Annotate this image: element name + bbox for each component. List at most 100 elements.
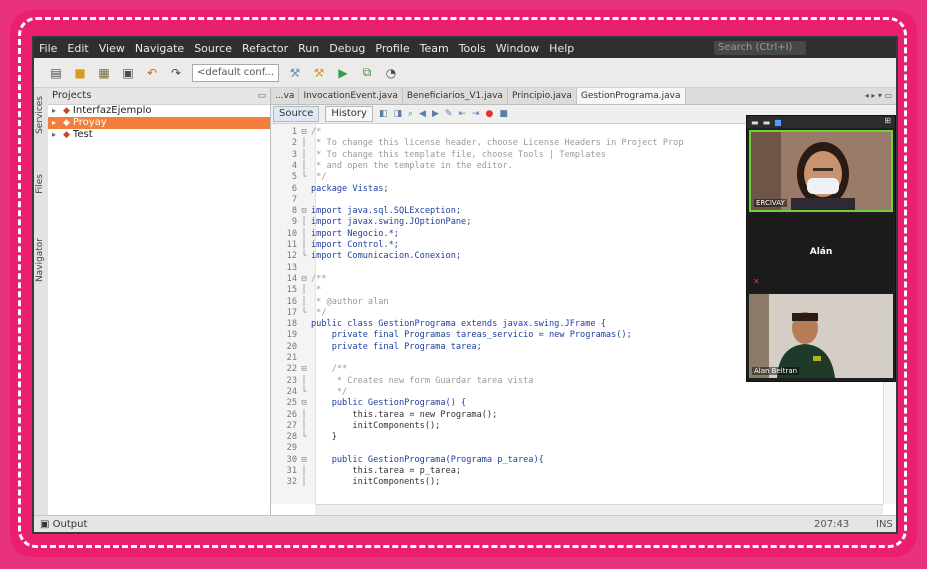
code-line[interactable]: 10 │ import Negocio.*; <box>271 229 781 239</box>
search-input[interactable]: Search (Ctrl+I) <box>714 41 806 55</box>
fold-marker[interactable]: │ <box>297 410 311 420</box>
menu-view[interactable]: View <box>94 42 130 55</box>
expand-icon[interactable]: ▸ <box>52 129 60 141</box>
code-line[interactable]: 13 <box>271 263 781 273</box>
tab-principio[interactable]: Principio.java <box>508 88 577 104</box>
code-line[interactable]: 8 ⊟ import java.sql.SQLException; <box>271 207 781 216</box>
menu-debug[interactable]: Debug <box>324 42 370 55</box>
history-button[interactable]: History <box>325 106 373 122</box>
participant-tile[interactable]: Alan Beltran <box>749 294 893 378</box>
forward-icon[interactable]: ◨ <box>393 109 402 119</box>
code-line[interactable]: 32 │ initComponents(); <box>271 478 781 487</box>
menu-file[interactable]: File <box>34 42 62 55</box>
fold-marker[interactable]: │ <box>297 150 311 160</box>
tab-gestionprograma[interactable]: GestionPrograma.java <box>576 88 686 104</box>
code-line[interactable]: 7 <box>271 195 781 205</box>
back-icon[interactable]: ◧ <box>379 109 388 119</box>
fold-marker[interactable]: ⊟ <box>297 399 311 408</box>
find-icon[interactable]: ⌕ <box>408 109 413 119</box>
code-editor[interactable]: 1 ⊟/* 2 │ * To change this license header, … <box>271 124 781 504</box>
tab-overflow[interactable]: ...va <box>271 88 300 104</box>
fold-marker[interactable]: ⊟ <box>297 128 311 137</box>
record-macro-icon[interactable]: ● <box>486 109 494 119</box>
fold-marker[interactable]: └ <box>297 308 311 318</box>
code-line[interactable]: 6 package Vistas; <box>271 184 781 194</box>
fold-marker[interactable]: │ <box>297 421 311 431</box>
code-line[interactable]: 23 │ * Creates new form Guardar tarea vis… <box>271 376 781 386</box>
grid-view-icon[interactable]: ⊞ <box>884 116 891 125</box>
participant-tile-placeholder[interactable]: Alán ✕ <box>749 213 893 293</box>
find-prev-icon[interactable]: ◀ <box>419 109 426 119</box>
fold-marker[interactable]: │ <box>297 229 311 239</box>
code-line[interactable]: 29 <box>271 444 781 453</box>
menu-navigate[interactable]: Navigate <box>130 42 189 55</box>
pin-icon[interactable]: ■ <box>774 118 782 127</box>
code-line[interactable]: 26 │ this.tarea = new Programa(); <box>271 410 781 420</box>
menu-run[interactable]: Run <box>293 42 324 55</box>
layout-icon[interactable]: ▬ <box>763 118 771 127</box>
tree-item-proyay[interactable]: ▸ ◆ Proyay <box>48 117 270 129</box>
navigator-tab[interactable]: Navigator <box>35 238 47 282</box>
new-project-icon[interactable]: ■ <box>72 65 88 81</box>
new-file-icon[interactable]: ▤ <box>48 65 64 81</box>
shift-left-icon[interactable]: ⇤ <box>458 109 466 119</box>
fold-marker[interactable]: ⊟ <box>297 207 311 216</box>
code-line[interactable]: 17 └ */ <box>271 308 781 318</box>
debug-icon[interactable]: ⧉ <box>359 65 375 81</box>
code-line[interactable]: 5 └ */ <box>271 173 781 182</box>
find-next-icon[interactable]: ▶ <box>432 109 439 119</box>
menu-profile[interactable]: Profile <box>370 42 414 55</box>
code-line[interactable]: 30 ⊟ public GestionPrograma(Programa p_ta… <box>271 455 781 465</box>
code-line[interactable]: 12 └ import Comunicacion.Conexion; <box>271 252 781 261</box>
code-line[interactable]: 19 private final Programas tareas_servic… <box>271 331 781 340</box>
menu-edit[interactable]: Edit <box>62 42 93 55</box>
fold-marker[interactable]: ⊟ <box>297 365 311 374</box>
files-tab[interactable]: Files <box>35 174 47 194</box>
save-all-icon[interactable]: ▣ <box>120 65 136 81</box>
expand-icon[interactable]: ▸ <box>52 105 60 117</box>
tab-invocationevent[interactable]: InvocationEvent.java <box>299 88 403 104</box>
code-line[interactable]: 1 ⊟/* <box>271 128 781 137</box>
toggle-highlight-icon[interactable]: ✎ <box>445 109 453 119</box>
fold-marker[interactable]: ⊟ <box>297 274 311 284</box>
build-icon[interactable]: ⚒ <box>287 65 303 81</box>
undo-icon[interactable]: ↶ <box>144 65 160 81</box>
code-line[interactable]: 14 ⊟/** <box>271 274 781 284</box>
code-line[interactable]: 31 │ this.tarea = p_tarea; <box>271 467 781 476</box>
clean-build-icon[interactable]: ⚒ <box>311 65 327 81</box>
participant-tile[interactable]: ERCIVAY <box>749 130 893 212</box>
services-tab[interactable]: Services <box>35 96 47 134</box>
code-line[interactable]: 18 public class GestionPrograma extends j… <box>271 320 781 329</box>
expand-icon[interactable]: ▸ <box>52 117 60 129</box>
fold-marker[interactable]: │ <box>297 376 311 386</box>
shift-right-icon[interactable]: ⇥ <box>472 109 480 119</box>
fold-marker[interactable]: │ <box>297 478 311 487</box>
menu-window[interactable]: Window <box>491 42 544 55</box>
menu-tools[interactable]: Tools <box>454 42 491 55</box>
fold-marker[interactable]: │ <box>297 139 311 148</box>
projects-title[interactable]: Projects <box>52 90 91 101</box>
code-line[interactable]: 21 <box>271 354 781 363</box>
code-line[interactable]: 9 │ import javax.swing.JOptionPane; <box>271 218 781 227</box>
minimize-icon[interactable]: ▭ <box>257 88 266 104</box>
code-line[interactable]: 28 └ } <box>271 433 781 442</box>
tree-item-interfazejemplo[interactable]: ▸ ◆ InterfazEjemplo <box>48 105 270 117</box>
fold-marker[interactable]: │ <box>297 218 311 227</box>
menu-team[interactable]: Team <box>415 42 454 55</box>
run-icon[interactable]: ▶ <box>335 65 351 81</box>
code-line[interactable]: 15 │ * <box>271 286 781 295</box>
code-line[interactable]: 27 │ initComponents(); <box>271 421 781 431</box>
source-button[interactable]: Source <box>273 106 320 122</box>
code-line[interactable]: 16 │ * @author alan <box>271 297 781 307</box>
fold-marker[interactable]: ⊟ <box>297 455 311 465</box>
menu-refactor[interactable]: Refactor <box>237 42 293 55</box>
fold-marker[interactable]: │ <box>297 241 311 250</box>
code-line[interactable]: 4 │ * and open the template in the editor… <box>271 161 781 171</box>
fold-marker[interactable]: └ <box>297 387 311 397</box>
fold-marker[interactable]: └ <box>297 433 311 442</box>
code-line[interactable]: 22 ⊟ /** <box>271 365 781 374</box>
code-line[interactable]: 24 └ */ <box>271 387 781 397</box>
tab-nav-icon[interactable]: ◂ ▸ ▾ ▭ <box>865 88 892 104</box>
minimize-video-icon[interactable]: ▬ <box>751 118 759 127</box>
redo-icon[interactable]: ↷ <box>168 65 184 81</box>
